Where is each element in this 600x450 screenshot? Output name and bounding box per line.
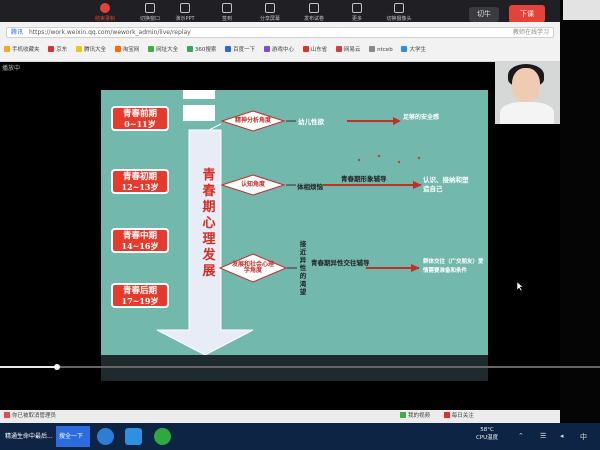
center-title: 青春期心理发展 [202, 168, 216, 279]
topic-label: 接近异性的渴望 [299, 240, 307, 296]
video-icon [400, 412, 406, 418]
bookmark[interactable]: 360搜索 [186, 43, 216, 57]
app-icon[interactable] [125, 428, 142, 445]
hand-button[interactable]: 切牛 [469, 7, 499, 22]
signin-icon [222, 3, 232, 13]
more-icon [352, 3, 362, 13]
slide-footer [101, 355, 488, 381]
bookmark-icon [148, 46, 155, 52]
diamond-psychoanalysis: 精神分析角度 [221, 110, 285, 132]
taskbar-item[interactable]: 精通生命中最后... [2, 426, 56, 447]
guide-label: 青春期异性交往辅导 [311, 259, 370, 267]
bookmark-icon [263, 46, 270, 52]
window-icon [145, 3, 155, 13]
topic-label: 幼儿性欲 [298, 118, 324, 126]
bookmark[interactable]: ntceb [369, 43, 393, 57]
screen: 结束录制 切换窗口 演示PPT 签到 分享屏幕 发布试卷 更多 切换摄像头 切牛… [0, 0, 600, 450]
speaker-face [512, 68, 540, 102]
bookmark[interactable]: 腾讯大全 [76, 43, 106, 57]
outcome-label: 群体交往（广交朋友）爱情需要准备和条件 [423, 259, 484, 274]
bookmark-icon [186, 46, 193, 52]
bookmark-icon [302, 46, 309, 52]
camera-icon [394, 3, 404, 13]
playback-progress[interactable] [0, 366, 600, 368]
cpu-temperature: 58°C CPU温度 [476, 427, 499, 441]
app-icon[interactable] [154, 428, 171, 445]
bookmark[interactable]: 大学生 [401, 43, 426, 57]
bookmark-icon [76, 46, 83, 52]
guide-label: 青春期形象辅导 [341, 175, 387, 183]
daily-follow-link[interactable]: 每日关注 [443, 412, 480, 419]
bookmark[interactable]: 京东 [48, 43, 67, 57]
presentation-slide: 青春前期 0~11岁 青春初期 12~13岁 青春中期 14~16岁 青春后期 17~1… [101, 90, 488, 355]
outcome-label: 认识、接纳和塑造自己 [423, 176, 469, 193]
bookmark-icon [369, 46, 376, 52]
speaker-body [500, 102, 554, 124]
leave-button[interactable]: 下课 [509, 5, 545, 23]
bookmark-icon [225, 46, 232, 52]
site-name: 腾讯 [11, 29, 24, 36]
status-right: 我的视频 每日关注 [400, 410, 486, 423]
app-icon[interactable] [97, 428, 114, 445]
ppt-icon [180, 3, 190, 13]
bookmark[interactable]: 山东省 [302, 43, 327, 57]
speaker-video[interactable] [495, 62, 560, 124]
url-text: https://work.weixin.qq.com/wework_admin/… [28, 29, 191, 36]
url-bar[interactable]: 腾讯 https://work.weixin.qq.com/wework_adm… [6, 27, 554, 38]
bookmark[interactable]: 游戏中心 [263, 43, 294, 57]
tray-icon[interactable]: ⌃ [518, 432, 524, 440]
participant-panel [560, 0, 600, 450]
progress-knob[interactable] [54, 364, 60, 370]
decor-dots [357, 154, 421, 164]
network-icon[interactable]: ☰ [540, 432, 546, 440]
url-search-hint: 教师在线学习 [512, 29, 549, 36]
my-video-link[interactable]: 我的视频 [400, 412, 436, 419]
status-bar: 你已被取消管理员 我的视频 每日关注 [0, 410, 560, 423]
bookmark-icon [335, 46, 342, 52]
bookmark[interactable]: 百度一下 [225, 43, 255, 57]
volume-icon[interactable]: ◂ [560, 432, 564, 440]
bookmark-icon [4, 46, 10, 52]
tab-label: 播放中 [0, 62, 560, 76]
bookmark-icon [48, 46, 55, 52]
mouse-cursor-icon [516, 281, 524, 292]
diamond-social: 发展和社会心理学角度 [219, 253, 287, 283]
progress-fill [0, 366, 57, 368]
ime-icon[interactable]: 中 [580, 432, 587, 442]
record-icon [100, 3, 110, 13]
diamond-cognitive: 认知角度 [221, 174, 285, 196]
bookmark[interactable]: 手机收藏夹 [4, 43, 40, 57]
bookmark[interactable]: 网易云 [335, 43, 360, 57]
bookmark[interactable]: 网址大全 [148, 43, 178, 57]
paper-icon [309, 3, 319, 13]
outcome-label: 足够的安全感 [403, 114, 440, 121]
browser-chrome: 腾讯 https://work.weixin.qq.com/wework_adm… [0, 22, 560, 62]
connector-lines [208, 117, 422, 272]
topic-label: 体相烦恼 [297, 183, 323, 191]
taskbar: 精通生命中最后... 搜全一下 [0, 423, 600, 450]
follow-icon [443, 412, 450, 418]
bookmark[interactable]: 淘宝网 [114, 43, 139, 57]
status-left: 你已被取消管理员 [4, 410, 56, 423]
bookmark-icon [401, 46, 408, 52]
taskbar-search[interactable]: 搜全一下 [56, 426, 90, 447]
bookmarks-bar: 手机收藏夹 京东 腾讯大全 淘宝网 网址大全 360搜索 百度一下 游戏中心 山… [4, 43, 556, 57]
bookmark-icon [114, 46, 121, 52]
warning-icon [4, 412, 10, 418]
participant-thumbnail[interactable] [563, 0, 600, 20]
share-icon [265, 3, 275, 13]
